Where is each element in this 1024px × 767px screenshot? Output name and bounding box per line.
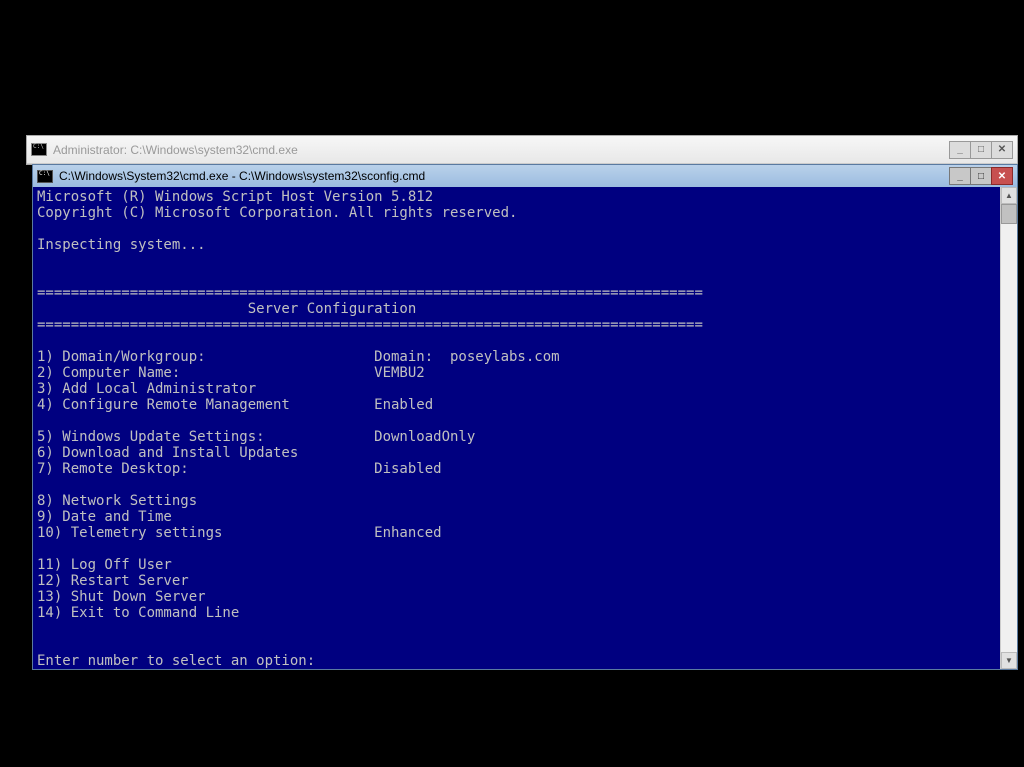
cmd-icon [37, 170, 53, 183]
window-controls-active: _ □ ✕ [950, 167, 1013, 185]
console-body-wrap: Microsoft (R) Windows Script Host Versio… [33, 187, 1017, 669]
window-title-active: C:\Windows\System32\cmd.exe - C:\Windows… [59, 169, 950, 183]
titlebar-active[interactable]: C:\Windows\System32\cmd.exe - C:\Windows… [33, 165, 1017, 187]
window-controls-inactive: _ □ ✕ [950, 141, 1013, 159]
scroll-down-arrow-icon[interactable]: ▼ [1001, 652, 1017, 669]
maximize-button[interactable]: □ [970, 167, 992, 185]
scroll-up-arrow-icon[interactable]: ▲ [1001, 187, 1017, 204]
console-output[interactable]: Microsoft (R) Windows Script Host Versio… [33, 187, 1000, 669]
scroll-thumb[interactable] [1001, 204, 1017, 224]
sconfig-window: C:\Windows\System32\cmd.exe - C:\Windows… [32, 164, 1018, 670]
close-button[interactable]: ✕ [991, 141, 1013, 159]
maximize-button[interactable]: □ [970, 141, 992, 159]
window-title-inactive: Administrator: C:\Windows\system32\cmd.e… [53, 143, 950, 157]
minimize-button[interactable]: _ [949, 141, 971, 159]
titlebar-inactive: Administrator: C:\Windows\system32\cmd.e… [27, 136, 1017, 164]
minimize-button[interactable]: _ [949, 167, 971, 185]
close-button[interactable]: ✕ [991, 167, 1013, 185]
cmd-window-background: Administrator: C:\Windows\system32\cmd.e… [26, 135, 1018, 165]
cmd-icon [31, 143, 47, 156]
vertical-scrollbar[interactable]: ▲ ▼ [1000, 187, 1017, 669]
